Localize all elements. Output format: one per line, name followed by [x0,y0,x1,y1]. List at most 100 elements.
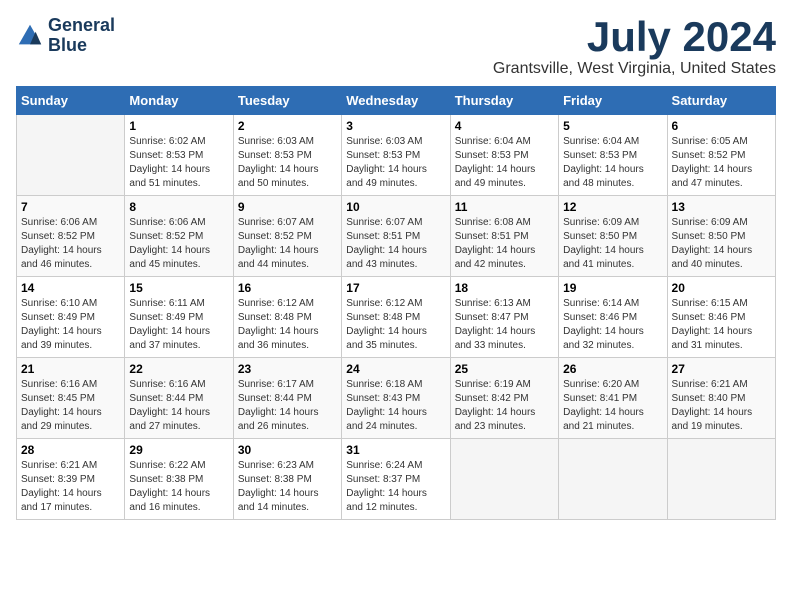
day-info: Sunrise: 6:21 AMSunset: 8:39 PMDaylight:… [21,459,120,515]
day-info: Sunrise: 6:21 AMSunset: 8:40 PMDaylight:… [672,378,771,434]
weekday-header-saturday: Saturday [667,87,775,115]
day-info: Sunrise: 6:09 AMSunset: 8:50 PMDaylight:… [672,216,771,272]
day-info: Sunrise: 6:20 AMSunset: 8:41 PMDaylight:… [563,378,662,434]
day-info: Sunrise: 6:16 AMSunset: 8:45 PMDaylight:… [21,378,120,434]
day-info: Sunrise: 6:11 AMSunset: 8:49 PMDaylight:… [129,297,228,353]
calendar-cell [667,439,775,520]
day-info: Sunrise: 6:07 AMSunset: 8:52 PMDaylight:… [238,216,337,272]
day-info: Sunrise: 6:18 AMSunset: 8:43 PMDaylight:… [346,378,445,434]
day-number: 30 [238,443,337,457]
calendar-cell: 10 Sunrise: 6:07 AMSunset: 8:51 PMDayligh… [342,196,450,277]
calendar-cell: 11 Sunrise: 6:08 AMSunset: 8:51 PMDayligh… [450,196,558,277]
calendar-cell: 27 Sunrise: 6:21 AMSunset: 8:40 PMDayligh… [667,358,775,439]
day-number: 27 [672,362,771,376]
day-number: 5 [563,119,662,133]
calendar-week-2: 7 Sunrise: 6:06 AMSunset: 8:52 PMDaylight… [17,196,776,277]
day-info: Sunrise: 6:06 AMSunset: 8:52 PMDaylight:… [129,216,228,272]
day-info: Sunrise: 6:03 AMSunset: 8:53 PMDaylight:… [346,135,445,191]
day-info: Sunrise: 6:04 AMSunset: 8:53 PMDaylight:… [455,135,554,191]
calendar-week-5: 28 Sunrise: 6:21 AMSunset: 8:39 PMDayligh… [17,439,776,520]
calendar-cell: 8 Sunrise: 6:06 AMSunset: 8:52 PMDaylight… [125,196,233,277]
weekday-header-wednesday: Wednesday [342,87,450,115]
day-number: 11 [455,200,554,214]
day-number: 22 [129,362,228,376]
calendar-cell: 19 Sunrise: 6:14 AMSunset: 8:46 PMDayligh… [559,277,667,358]
calendar-cell: 14 Sunrise: 6:10 AMSunset: 8:49 PMDayligh… [17,277,125,358]
day-number: 7 [21,200,120,214]
day-number: 10 [346,200,445,214]
day-number: 13 [672,200,771,214]
logo-icon [16,22,44,50]
calendar-cell: 2 Sunrise: 6:03 AMSunset: 8:53 PMDaylight… [233,115,341,196]
calendar-cell: 24 Sunrise: 6:18 AMSunset: 8:43 PMDayligh… [342,358,450,439]
day-info: Sunrise: 6:23 AMSunset: 8:38 PMDaylight:… [238,459,337,515]
location: Grantsville, West Virginia, United State… [493,60,776,78]
day-number: 17 [346,281,445,295]
day-number: 23 [238,362,337,376]
calendar-cell: 12 Sunrise: 6:09 AMSunset: 8:50 PMDayligh… [559,196,667,277]
calendar-cell: 28 Sunrise: 6:21 AMSunset: 8:39 PMDayligh… [17,439,125,520]
day-info: Sunrise: 6:16 AMSunset: 8:44 PMDaylight:… [129,378,228,434]
day-info: Sunrise: 6:15 AMSunset: 8:46 PMDaylight:… [672,297,771,353]
weekday-header-tuesday: Tuesday [233,87,341,115]
day-number: 1 [129,119,228,133]
day-number: 26 [563,362,662,376]
calendar-cell [559,439,667,520]
calendar-cell: 6Sunrise: 6:05 AMSunset: 8:52 PMDaylight… [667,115,775,196]
day-number: 14 [21,281,120,295]
calendar-cell: 15 Sunrise: 6:11 AMSunset: 8:49 PMDayligh… [125,277,233,358]
day-info: Sunrise: 6:10 AMSunset: 8:49 PMDaylight:… [21,297,120,353]
calendar-cell: 22 Sunrise: 6:16 AMSunset: 8:44 PMDayligh… [125,358,233,439]
day-info: Sunrise: 6:03 AMSunset: 8:53 PMDaylight:… [238,135,337,191]
day-info: Sunrise: 6:04 AMSunset: 8:53 PMDaylight:… [563,135,662,191]
day-info: Sunrise: 6:08 AMSunset: 8:51 PMDaylight:… [455,216,554,272]
logo-text: General Blue [48,16,115,56]
weekday-header-thursday: Thursday [450,87,558,115]
calendar-cell: 26 Sunrise: 6:20 AMSunset: 8:41 PMDayligh… [559,358,667,439]
day-number: 21 [21,362,120,376]
calendar-cell: 7Sunrise: 6:06 AMSunset: 8:52 PMDaylight… [17,196,125,277]
day-info: Sunrise: 6:17 AMSunset: 8:44 PMDaylight:… [238,378,337,434]
day-info: Sunrise: 6:07 AMSunset: 8:51 PMDaylight:… [346,216,445,272]
calendar-cell: 29Sunrise: 6:22 AMSunset: 8:38 PMDayligh… [125,439,233,520]
day-info: Sunrise: 6:02 AMSunset: 8:53 PMDaylight:… [129,135,228,191]
day-number: 25 [455,362,554,376]
calendar-week-1: 1 Sunrise: 6:02 AMSunset: 8:53 PMDaylight… [17,115,776,196]
calendar-cell: 31 Sunrise: 6:24 AMSunset: 8:37 PMDayligh… [342,439,450,520]
day-number: 2 [238,119,337,133]
calendar-cell [17,115,125,196]
day-number: 19 [563,281,662,295]
calendar-week-3: 14 Sunrise: 6:10 AMSunset: 8:49 PMDayligh… [17,277,776,358]
calendar-cell: 18Sunrise: 6:13 AMSunset: 8:47 PMDayligh… [450,277,558,358]
calendar-cell [450,439,558,520]
day-number: 29 [129,443,228,457]
calendar-table: SundayMondayTuesdayWednesdayThursdayFrid… [16,86,776,520]
day-info: Sunrise: 6:24 AMSunset: 8:37 PMDaylight:… [346,459,445,515]
title-block: July 2024 Grantsville, West Virginia, Un… [493,16,776,78]
calendar-week-4: 21 Sunrise: 6:16 AMSunset: 8:45 PMDayligh… [17,358,776,439]
day-info: Sunrise: 6:12 AMSunset: 8:48 PMDaylight:… [346,297,445,353]
calendar-cell: 20 Sunrise: 6:15 AMSunset: 8:46 PMDayligh… [667,277,775,358]
weekday-header-sunday: Sunday [17,87,125,115]
day-number: 9 [238,200,337,214]
calendar-cell: 30 Sunrise: 6:23 AMSunset: 8:38 PMDayligh… [233,439,341,520]
calendar-cell: 4Sunrise: 6:04 AMSunset: 8:53 PMDaylight… [450,115,558,196]
weekday-header-monday: Monday [125,87,233,115]
day-number: 12 [563,200,662,214]
day-number: 28 [21,443,120,457]
day-info: Sunrise: 6:19 AMSunset: 8:42 PMDaylight:… [455,378,554,434]
calendar-cell: 13 Sunrise: 6:09 AMSunset: 8:50 PMDayligh… [667,196,775,277]
day-number: 31 [346,443,445,457]
day-number: 15 [129,281,228,295]
day-number: 8 [129,200,228,214]
day-number: 18 [455,281,554,295]
calendar-cell: 16Sunrise: 6:12 AMSunset: 8:48 PMDayligh… [233,277,341,358]
day-number: 6 [672,119,771,133]
day-info: Sunrise: 6:14 AMSunset: 8:46 PMDaylight:… [563,297,662,353]
day-number: 16 [238,281,337,295]
weekday-header-friday: Friday [559,87,667,115]
day-info: Sunrise: 6:09 AMSunset: 8:50 PMDaylight:… [563,216,662,272]
day-number: 24 [346,362,445,376]
calendar-cell: 25 Sunrise: 6:19 AMSunset: 8:42 PMDayligh… [450,358,558,439]
day-number: 20 [672,281,771,295]
